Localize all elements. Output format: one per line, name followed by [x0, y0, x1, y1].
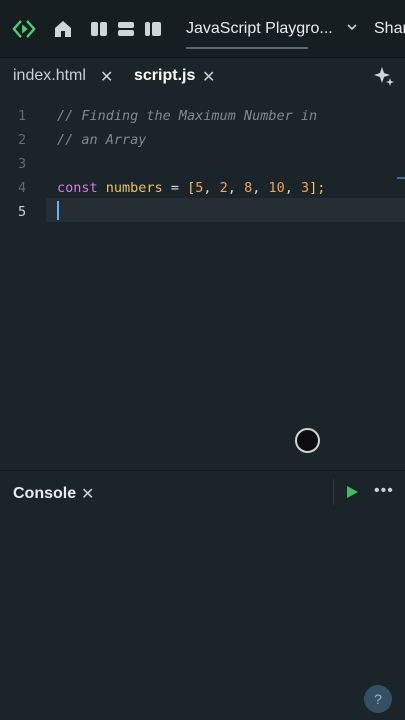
console-output[interactable] [0, 513, 405, 720]
top-bar: JavaScript Playgro... Shar [0, 0, 405, 58]
operator-token: = [170, 180, 179, 196]
replit-logo-icon[interactable] [12, 17, 36, 41]
project-title-underline [186, 47, 308, 49]
code-line-4: const numbers = [5, 2, 8, 10, 3]; [57, 180, 326, 196]
touch-pointer [295, 428, 320, 453]
tab-script-js[interactable]: script.js [134, 67, 195, 85]
share-button[interactable]: Shar [374, 20, 405, 38]
split-panes-icon[interactable] [87, 17, 111, 41]
file-tabs: index.html ✕ script.js ✕ [0, 58, 405, 96]
number-token: 8 [244, 180, 253, 196]
number-token: 10 [268, 180, 285, 196]
line-number: 1 [18, 108, 27, 124]
keyword-token: const [57, 180, 98, 196]
close-icon[interactable]: ✕ [100, 67, 113, 87]
number-token: 3 [301, 180, 310, 196]
console-header: Console ✕ ••• [0, 471, 405, 513]
line-number: 3 [18, 156, 27, 172]
help-button[interactable]: ? [364, 685, 392, 713]
code-editor[interactable]: 1 2 3 4 5 // Finding the Maximum Number … [0, 96, 405, 470]
current-line-highlight [46, 198, 405, 222]
tab-index-html[interactable]: index.html [13, 67, 86, 85]
line-number: 4 [18, 180, 27, 196]
sidebar-toggle-icon[interactable] [141, 17, 165, 41]
text-caret [57, 201, 59, 220]
line-number: 2 [18, 132, 27, 148]
line-number: 5 [18, 204, 27, 220]
variable-token: numbers [105, 180, 163, 196]
run-button[interactable] [344, 484, 360, 500]
more-options-button[interactable]: ••• [374, 482, 394, 500]
close-icon[interactable]: ✕ [81, 484, 94, 504]
number-token: 2 [219, 180, 228, 196]
close-icon[interactable]: ✕ [202, 67, 215, 87]
divider [333, 479, 334, 505]
scroll-marker [397, 177, 405, 179]
chevron-down-icon[interactable] [346, 21, 358, 35]
home-icon[interactable] [51, 17, 75, 41]
code-line-2: // an Array [57, 132, 147, 148]
tab-console[interactable]: Console [13, 485, 76, 503]
stacked-panes-icon[interactable] [114, 17, 138, 41]
ai-sparkle-icon[interactable] [372, 64, 396, 88]
play-icon [347, 486, 358, 498]
project-title[interactable]: JavaScript Playgro... [186, 20, 333, 38]
code-line-1: // Finding the Maximum Number in [57, 108, 318, 124]
bracket-token: ]; [309, 180, 326, 196]
